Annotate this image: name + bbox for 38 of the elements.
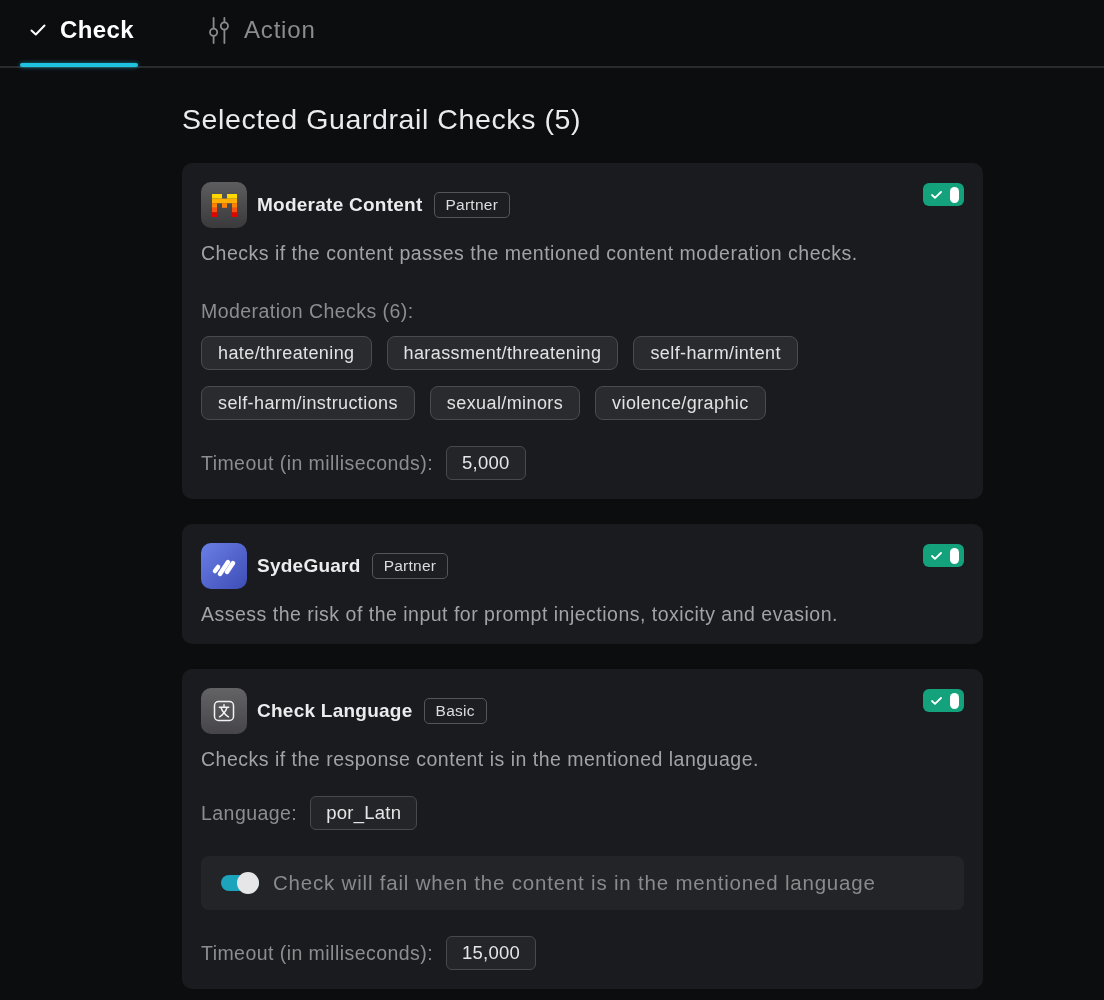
translate-icon <box>201 688 247 734</box>
slash-marks-icon <box>201 543 247 589</box>
enable-toggle[interactable] <box>923 183 964 206</box>
section-heading: Selected Guardrail Checks (5) <box>182 103 583 135</box>
sliders-icon <box>208 16 231 44</box>
check-title: SydeGuard <box>257 555 361 577</box>
check-icon <box>931 551 942 560</box>
tab[interactable]: Check <box>20 0 139 68</box>
check-title: Moderate Content <box>257 194 423 216</box>
tier-badge: Partner <box>371 553 449 579</box>
option-switch[interactable] <box>221 872 259 894</box>
check-tag: self-harm/intent <box>633 336 798 370</box>
pixel-blocks-icon <box>201 182 247 228</box>
field-label: Language: <box>201 802 298 824</box>
enable-toggle[interactable] <box>923 689 964 712</box>
check-tag: violence/graphic <box>595 386 766 420</box>
field-value: 15,000 <box>446 936 537 970</box>
check-tag: harassment/threatening <box>386 336 619 370</box>
field-label: Timeout (in milliseconds): <box>201 942 434 964</box>
check-icon <box>931 696 942 705</box>
check-description: Checks if the response content is in the mentioned language. <box>201 748 760 770</box>
check-icon <box>931 190 942 199</box>
check-title: Check Language <box>257 700 413 722</box>
check-tag: sexual/minors <box>429 386 581 420</box>
check-tag: hate/threatening <box>201 336 372 370</box>
field-label: Moderation Checks (6): <box>201 300 414 322</box>
tier-badge: Partner <box>433 192 511 218</box>
option-label: Check will fail when the content is in the mentioned language <box>273 871 876 895</box>
field-value: por_Latn <box>310 796 418 830</box>
field-label: Timeout (in milliseconds): <box>201 452 434 474</box>
check-icon <box>30 24 46 36</box>
enable-toggle[interactable] <box>923 544 964 567</box>
check-description: Assess the risk of the input for prompt injections, toxicity and evasion. <box>201 603 839 625</box>
tier-badge: Basic <box>423 698 487 724</box>
check-tag: self-harm/instructions <box>201 386 415 420</box>
field-value: 5,000 <box>446 446 526 480</box>
tab[interactable]: Action <box>198 0 320 68</box>
check-description: Checks if the content passes the mentioned content moderation checks. <box>201 242 859 264</box>
